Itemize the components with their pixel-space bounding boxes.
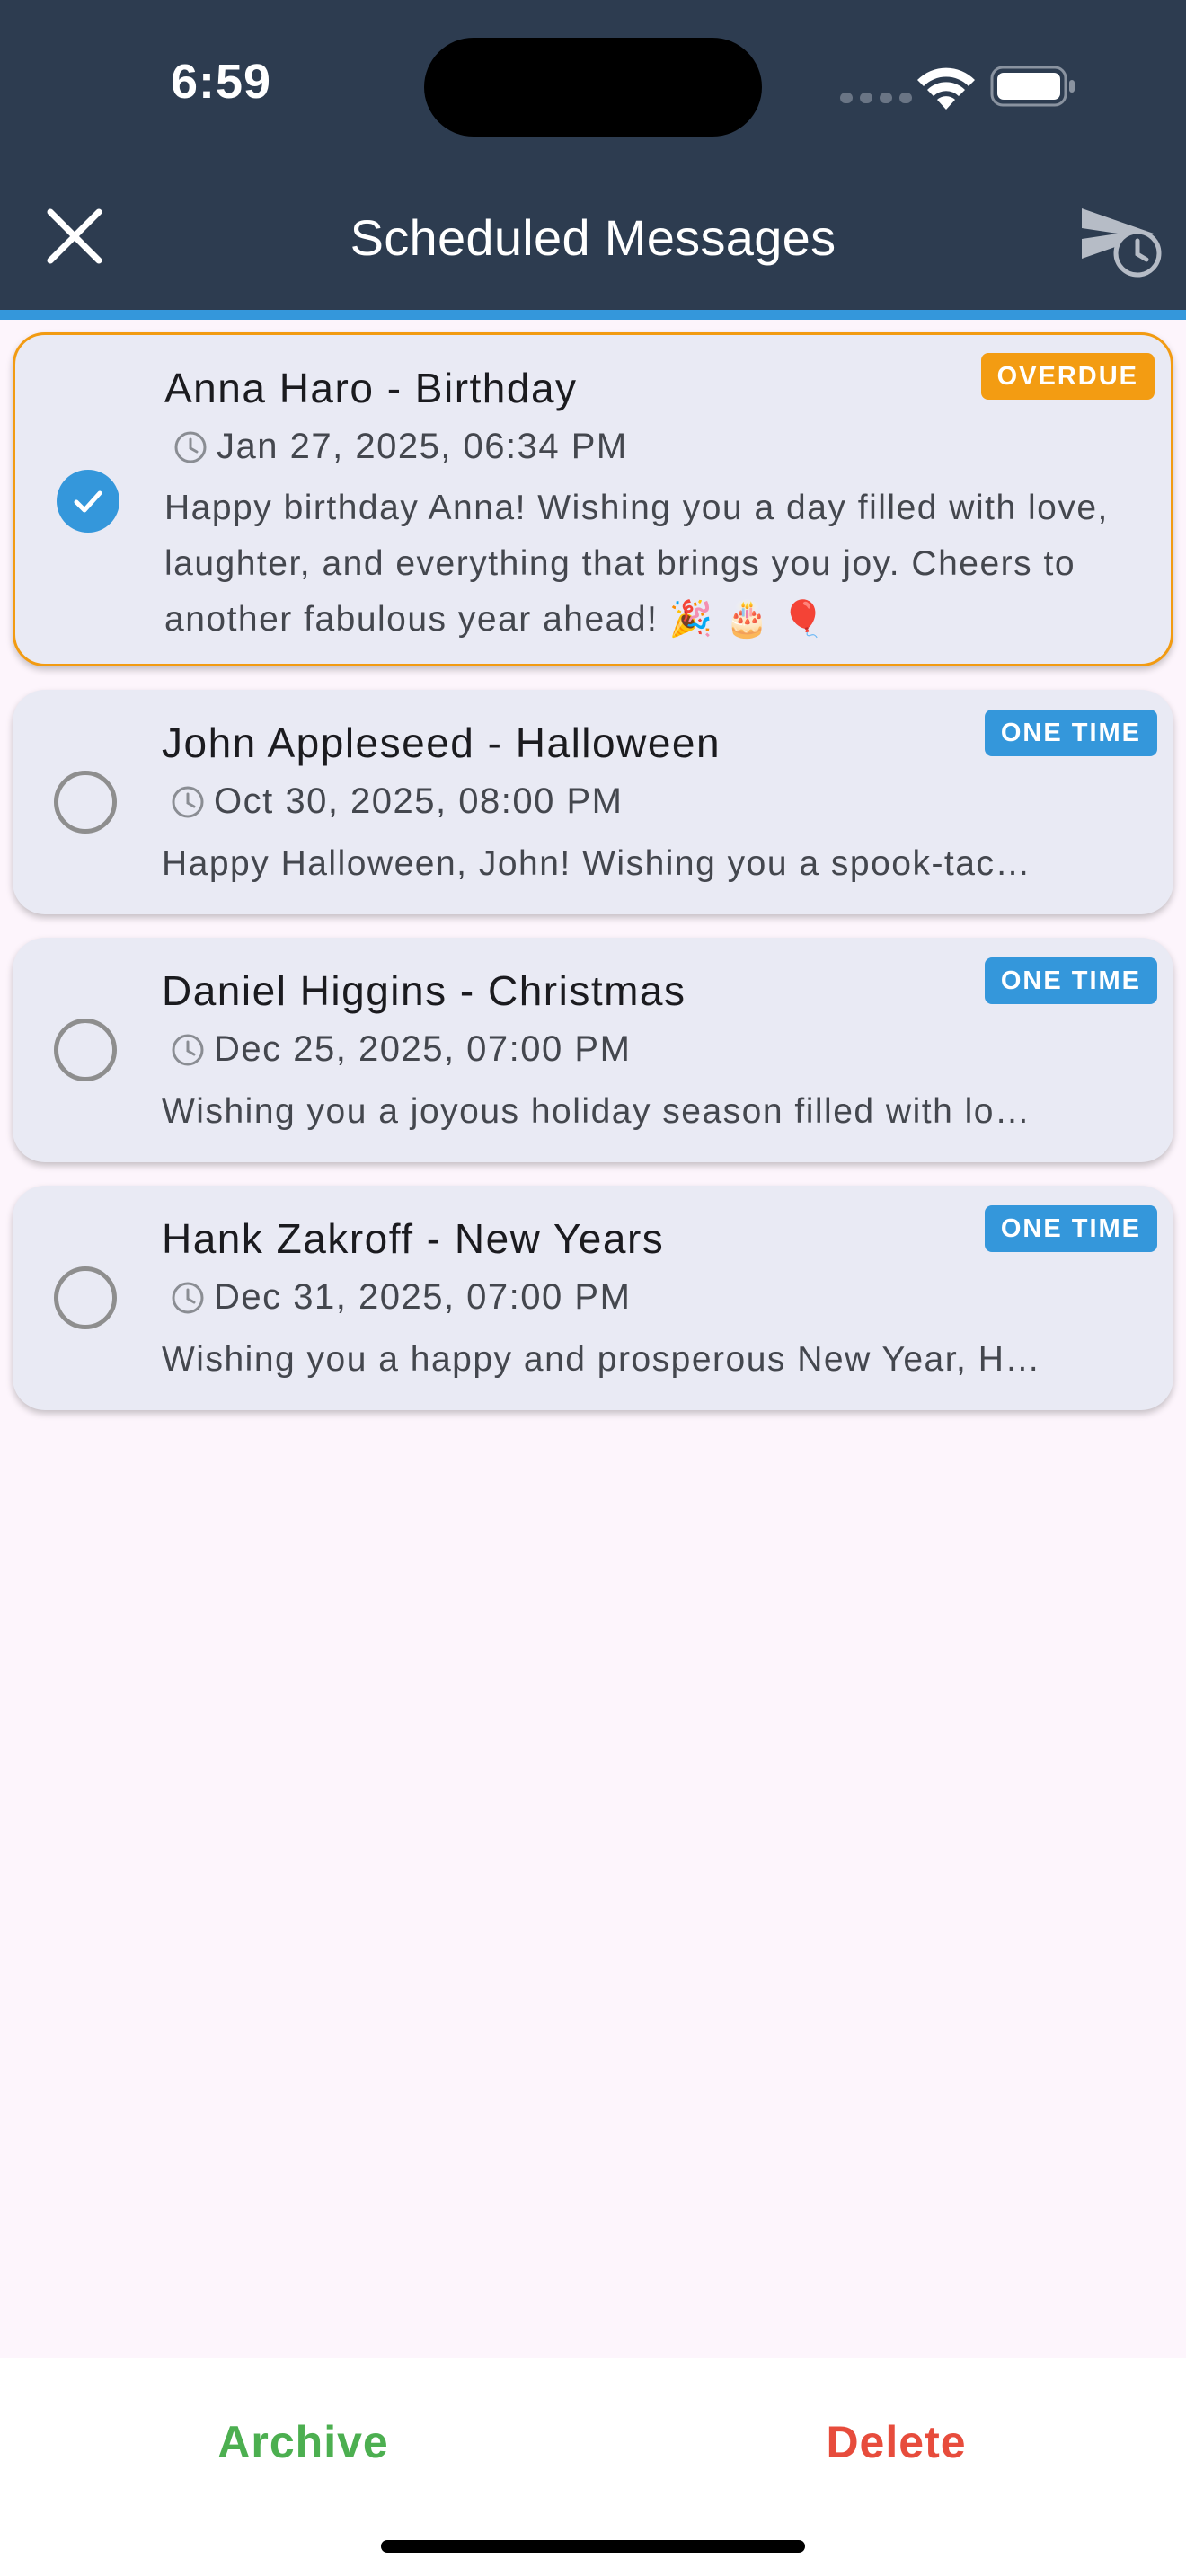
header-accent-bar [0,310,1186,320]
message-body: Wishing you a happy and prosperous New Y… [162,1340,1041,1379]
message-title: Anna Haro - Birthday [164,365,578,411]
status-badge: ONE TIME [984,957,1157,1004]
wifi-icon [917,67,975,110]
status-badge: OVERDUE [980,353,1155,400]
clock-icon [174,431,207,463]
message-title: John Appleseed - Halloween [162,719,721,766]
message-date: Dec 31, 2025, 07:00 PM [214,1277,632,1317]
message-date: Oct 30, 2025, 08:00 PM [214,781,624,821]
status-badge: ONE TIME [984,1205,1157,1252]
message-body: Wishing you a joyous holiday season fill… [162,1092,1031,1131]
message-date: Dec 25, 2025, 07:00 PM [214,1029,632,1069]
message-body: Happy birthday Anna! Wishing you a day f… [164,489,1109,639]
battery-icon [990,66,1075,107]
message-body: Happy Halloween, John! Wishing you a spo… [162,844,1031,883]
selected-checkbox[interactable] [57,470,119,533]
dynamic-island [424,38,762,137]
page-title: Scheduled Messages [350,209,836,266]
status-time: 6:59 [171,55,272,109]
message-card[interactable]: John Appleseed - Halloween Oct 30, 2025,… [13,690,1173,914]
delete-button[interactable]: Delete [593,2416,1186,2468]
clock-icon [172,786,204,818]
archive-button[interactable]: Archive [0,2416,606,2468]
message-title: Daniel Higgins - Christmas [162,967,686,1014]
select-checkbox[interactable] [54,1019,117,1081]
clock-icon [172,1034,204,1066]
check-icon [74,490,102,513]
message-date: Jan 27, 2025, 06:34 PM [217,427,628,466]
select-checkbox[interactable] [54,771,117,834]
schedule-send-icon[interactable] [1078,203,1164,278]
clock-icon [172,1282,204,1314]
message-card[interactable]: Daniel Higgins - Christmas Dec 25, 2025,… [13,938,1173,1162]
message-title: Hank Zakroff - New Years [162,1215,665,1262]
message-card[interactable]: Anna Haro - Birthday Jan 27, 2025, 06:34… [13,332,1173,666]
select-checkbox[interactable] [54,1266,117,1329]
cellular-signal-icon [840,92,919,108]
home-indicator [381,2540,805,2553]
status-badge: ONE TIME [984,710,1157,756]
message-card[interactable]: Hank Zakroff - New Years Dec 31, 2025, 0… [13,1186,1173,1410]
